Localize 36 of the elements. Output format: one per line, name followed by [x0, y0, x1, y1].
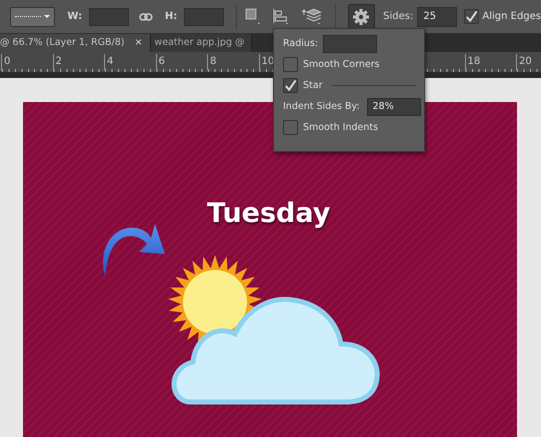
height-field[interactable] [184, 8, 224, 26]
close-icon[interactable]: × [134, 34, 142, 52]
option-checkbox[interactable] [283, 57, 298, 72]
align-edges-label: Align Edges [482, 11, 541, 22]
link-icon[interactable] [139, 12, 153, 20]
ruler-number: 4 [104, 54, 114, 70]
settings-button[interactable] [348, 4, 376, 30]
stack-icon[interactable] [300, 8, 323, 26]
stroke-type-dropdown[interactable] [10, 6, 56, 26]
indent-label: Indent Sides By: [283, 101, 360, 112]
align-edges-checkbox[interactable] [464, 9, 480, 24]
option-label: Star [303, 80, 322, 91]
document-tab[interactable]: weather app.jpg @ [151, 34, 252, 52]
square-icon[interactable] [245, 8, 262, 26]
ruler-number: 8 [207, 54, 216, 70]
sides-label: Sides: [383, 11, 414, 22]
width-label: W: [67, 11, 82, 22]
ruler-number: 20 [516, 54, 532, 70]
height-label: H: [164, 11, 178, 22]
width-field[interactable] [89, 8, 130, 26]
align-icon[interactable] [273, 8, 289, 26]
ruler-number: 18 [464, 54, 480, 70]
ruler-number: 2 [52, 54, 62, 70]
indent-field[interactable]: 28% [366, 98, 421, 116]
day-title: Tuesday [207, 198, 330, 229]
option-label: Smooth Indents [303, 122, 378, 133]
option-checkbox[interactable] [283, 120, 298, 135]
radius-field[interactable] [323, 34, 378, 52]
sides-field[interactable]: 25 [417, 6, 458, 26]
option-checkbox[interactable] [283, 78, 298, 93]
option-label: Smooth Corners [303, 59, 380, 70]
document-tab[interactable]: @ 66.7% (Layer 1, RGB/8) × [0, 34, 152, 52]
ruler-number: 6 [156, 54, 165, 70]
ruler-number: 0 [1, 54, 10, 70]
radius-label: Radius: [283, 38, 318, 49]
gear-icon [353, 8, 370, 24]
